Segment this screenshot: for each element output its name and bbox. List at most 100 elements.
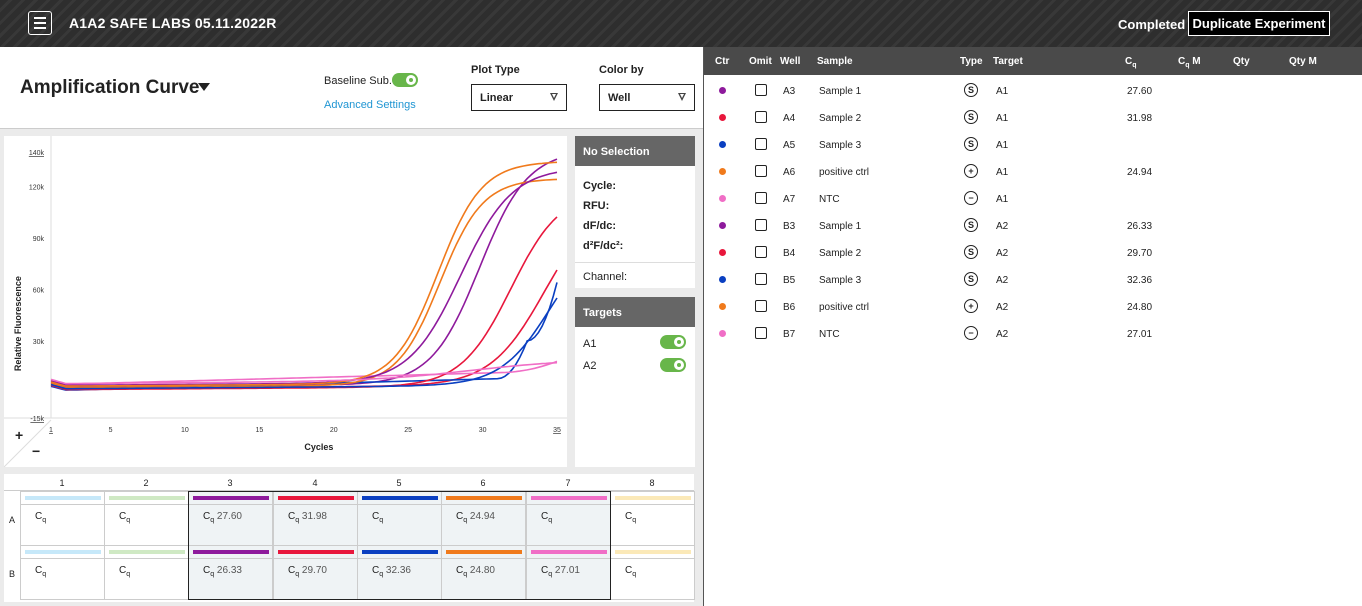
target-a1-toggle[interactable] (660, 335, 686, 349)
plate-column-header[interactable]: 4 (273, 478, 357, 488)
divider (105, 558, 188, 559)
plate-well[interactable]: Cq 24.94 (441, 491, 526, 546)
plate-well[interactable]: Cq (20, 491, 105, 546)
omit-checkbox[interactable] (755, 246, 767, 258)
sample-cell: NTC (819, 329, 840, 340)
cq-cell: 27.01 (1127, 329, 1153, 340)
plate-well[interactable]: Cq (610, 491, 695, 546)
omit-checkbox[interactable] (755, 165, 767, 177)
y-tick-label: 120k (29, 184, 45, 191)
chevron-down-icon[interactable] (198, 83, 210, 91)
color-dot (719, 195, 726, 202)
plate-column-header[interactable]: 8 (610, 478, 694, 488)
advanced-settings-link[interactable]: Advanced Settings (324, 99, 416, 111)
col-well[interactable]: Well (780, 56, 800, 67)
sample-cell: positive ctrl (819, 167, 870, 178)
table-row[interactable]: A3 Sample 1 S A1 27.60 (704, 77, 1362, 104)
plate-well[interactable]: Cq 26.33 (188, 545, 273, 600)
plate-well[interactable]: Cq 27.01 (526, 545, 611, 600)
x-axis-title: Cycles (304, 442, 333, 452)
col-type[interactable]: Type (960, 56, 983, 67)
target-a2-toggle[interactable] (660, 358, 686, 372)
plot-area: Amplification Curve Baseline Sub. Advanc… (0, 47, 703, 606)
col-ctr[interactable]: Ctr (715, 56, 729, 67)
col-qty-mean[interactable]: Qty M (1289, 56, 1317, 67)
well-cq: Cq (35, 565, 47, 578)
col-omit[interactable]: Omit (749, 56, 772, 67)
plate-column-header[interactable]: 2 (104, 478, 188, 488)
plate-column-header[interactable]: 3 (188, 478, 272, 488)
table-row[interactable]: B7 NTC − A2 27.01 (704, 320, 1362, 347)
col-cq[interactable]: Cq (1125, 56, 1137, 69)
target-cell: A2 (996, 329, 1009, 340)
omit-checkbox[interactable] (755, 219, 767, 231)
plate-well[interactable]: Cq (20, 545, 105, 600)
plate-well[interactable]: Cq (610, 545, 695, 600)
amplification-chart-svg[interactable]: 140k120k90k60k30k-15k1 5 10 15 20 25 30 35Cycle… (3, 136, 567, 468)
table-row[interactable]: B3 Sample 1 S A2 26.33 (704, 212, 1362, 239)
omit-checkbox[interactable] (755, 192, 767, 204)
omit-checkbox[interactable] (755, 84, 767, 96)
divider (442, 558, 525, 559)
zoom-out-button[interactable]: − (32, 443, 40, 459)
plot-type-select[interactable]: Linear (471, 84, 567, 111)
col-qty[interactable]: Qty (1233, 56, 1250, 67)
omit-checkbox[interactable] (755, 111, 767, 123)
table-row[interactable]: A5 Sample 3 S A1 (704, 131, 1362, 158)
well-cell: B5 (783, 275, 796, 286)
table-row[interactable]: B6 positive ctrl + A2 24.80 (704, 293, 1362, 320)
plate-column-header[interactable]: 1 (20, 478, 104, 488)
well-table: Ctr Omit Well Sample Type Target Cq Cq M… (703, 47, 1362, 606)
col-target[interactable]: Target (993, 56, 1023, 67)
plate-row-header[interactable]: B (9, 569, 15, 579)
sample-type-icon: S (964, 245, 978, 259)
well-cell: A7 (783, 194, 796, 205)
plate-well[interactable]: Cq 31.98 (273, 491, 358, 546)
cq-cell: 32.36 (1127, 275, 1153, 286)
table-row[interactable]: A7 NTC − A1 (704, 185, 1362, 212)
zoom-divider (3, 419, 52, 468)
plate-row-header[interactable]: A (9, 515, 15, 525)
duplicate-experiment-button[interactable]: Duplicate Experiment (1188, 11, 1330, 36)
well-cq: Cq (625, 565, 637, 578)
omit-checkbox[interactable] (755, 327, 767, 339)
plate-well[interactable]: Cq (357, 491, 442, 546)
x-tick-label: 10 (181, 427, 189, 434)
omit-checkbox[interactable] (755, 273, 767, 285)
zoom-in-button[interactable]: + (15, 427, 23, 443)
table-row[interactable]: A6 positive ctrl + A1 24.94 (704, 158, 1362, 185)
amplification-curve (50, 158, 558, 388)
plot-title[interactable]: Amplification Curve (20, 77, 199, 99)
baseline-sub-toggle[interactable] (392, 73, 418, 87)
rfu-label: RFU: (583, 200, 610, 212)
plate-column-header[interactable]: 6 (441, 478, 525, 488)
plate-well[interactable]: Cq 29.70 (273, 545, 358, 600)
plate-well[interactable]: Cq 32.36 (357, 545, 442, 600)
amplification-curve (50, 178, 558, 389)
plate-well[interactable]: Cq (104, 545, 189, 600)
plate-well[interactable]: Cq (104, 491, 189, 546)
plate-column-header[interactable]: 7 (526, 478, 610, 488)
color-dot (719, 87, 726, 94)
target-cell: A2 (996, 302, 1009, 313)
table-row[interactable]: B4 Sample 2 S A2 29.70 (704, 239, 1362, 266)
x-tick-label: 20 (330, 427, 338, 434)
well-cell: B7 (783, 329, 796, 340)
plate-well[interactable]: Cq 27.60 (188, 491, 273, 546)
table-row[interactable]: B5 Sample 3 S A2 32.36 (704, 266, 1362, 293)
divider (274, 504, 357, 505)
hamburger-menu-icon[interactable] (28, 11, 52, 35)
well-color-bar (615, 550, 691, 554)
table-row[interactable]: A4 Sample 2 S A1 31.98 (704, 104, 1362, 131)
col-cq-mean[interactable]: Cq M (1178, 56, 1201, 69)
target-cell: A2 (996, 275, 1009, 286)
amplification-curve (50, 161, 558, 387)
omit-checkbox[interactable] (755, 300, 767, 312)
color-by-select[interactable]: Well (599, 84, 695, 111)
plate-well[interactable]: Cq (526, 491, 611, 546)
omit-checkbox[interactable] (755, 138, 767, 150)
col-sample[interactable]: Sample (817, 56, 853, 67)
plate-column-header[interactable]: 5 (357, 478, 441, 488)
plate-well[interactable]: Cq 24.80 (441, 545, 526, 600)
x-tick-label: 30 (479, 427, 487, 434)
